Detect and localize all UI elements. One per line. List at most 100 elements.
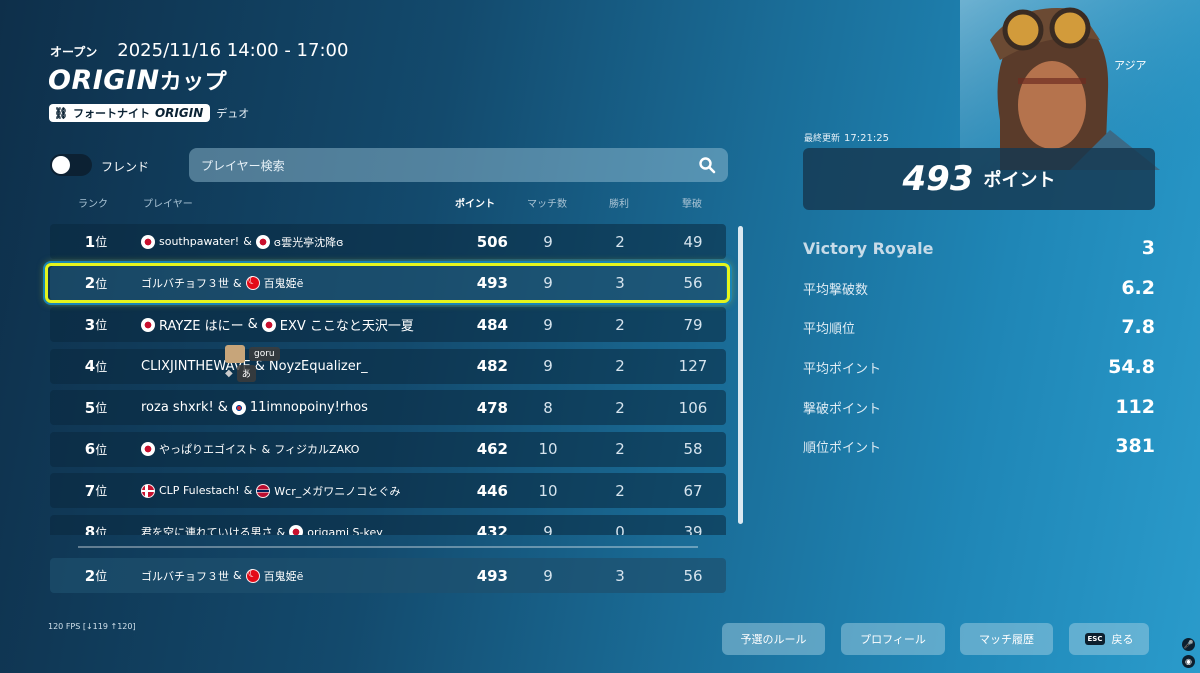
divider xyxy=(78,546,698,548)
status-label: オープン xyxy=(50,45,98,59)
player-cell: ゴルバチョフ３世 & 百鬼姫ё xyxy=(141,558,491,593)
matches-cell: 8 xyxy=(543,398,553,417)
amp: & xyxy=(243,235,252,248)
fortnite-origin-badge: ⛓ フォートナイト ORIGIN xyxy=(49,104,211,122)
player1-name: roza shxrk! xyxy=(141,400,214,415)
table-row[interactable]: 4位 CLIXJINTHEWAVE & NoyzEqualizer_ 482 9… xyxy=(50,348,726,384)
table-row[interactable]: 3位 RAYZE はにー & EXV ここなと天沢一夏 484 9 2 79 xyxy=(50,307,726,342)
mode-label: デュオ xyxy=(216,107,250,120)
updated-time: 17:21:25 xyxy=(844,133,889,144)
rank-cell: 2位 xyxy=(84,566,108,585)
chat-icon[interactable]: ◉ xyxy=(1182,655,1195,668)
kills-cell: 127 xyxy=(678,357,708,375)
back-button[interactable]: ESC 戻る xyxy=(1069,623,1149,655)
total-points: 493 xyxy=(902,159,974,199)
badge-label: フォートナイト xyxy=(72,107,150,120)
player-search-input[interactable]: プレイヤー検索 xyxy=(189,148,728,182)
wins-cell: 2 xyxy=(615,398,625,417)
event-datetime: 2025/11/16 14:00 - 17:00 xyxy=(117,40,349,61)
wins-cell: 2 xyxy=(615,440,625,458)
friend-toggle[interactable] xyxy=(50,154,92,176)
search-placeholder: プレイヤー検索 xyxy=(201,158,285,173)
rank-cell: 7位 xyxy=(84,481,108,500)
player1-name: やっぱりエゴイスト xyxy=(159,443,258,456)
stat-avg-kills: 平均撃破数 6.2 xyxy=(803,277,1155,299)
points-cell: 478 xyxy=(476,398,508,417)
toggle-knob xyxy=(52,156,70,174)
korea-flag-icon xyxy=(231,400,246,415)
player2-name: Wcr_メガワニノコとぐみ xyxy=(274,484,401,498)
player-cell: southpawater! & ɞ雲光亭沈降ɞ xyxy=(141,224,491,259)
kills-cell: 67 xyxy=(683,481,703,500)
kills-cell: 106 xyxy=(678,398,708,417)
matches-cell: 9 xyxy=(543,232,553,251)
table-row[interactable]: 1位 southpawater! & ɞ雲光亭沈降ɞ 506 9 2 49 xyxy=(50,224,726,259)
matches-cell: 10 xyxy=(538,481,558,500)
player2-name: フィジカルZAKO xyxy=(274,443,360,456)
col-kills: 撃破 xyxy=(682,199,702,210)
event-status: オープン 2025/11/16 14:00 - 17:00 xyxy=(50,40,348,61)
table-row[interactable]: 7位 CLP Fulestach! & Wcr_メガワニノコとぐみ 446 10… xyxy=(50,473,726,508)
updated-label: 最終更新 xyxy=(804,134,841,144)
profile-button[interactable]: プロフィール xyxy=(841,623,945,655)
player1-name: southpawater! xyxy=(159,235,240,248)
col-wins: 勝利 xyxy=(609,199,629,210)
kills-cell: 79 xyxy=(683,315,703,334)
hover-sub: あ xyxy=(236,365,256,382)
player-cell: RAYZE はにー & EXV ここなと天沢一夏 xyxy=(141,307,491,342)
player2-name: 百鬼姫ё xyxy=(263,569,304,583)
match-history-button[interactable]: マッチ履歴 xyxy=(960,623,1053,655)
amp: & xyxy=(233,569,242,582)
kills-cell: 56 xyxy=(683,566,703,585)
matches-cell: 9 xyxy=(543,315,553,334)
player2-name: 11imnopoiny!rhos xyxy=(249,400,368,415)
scrollbar-thumb[interactable] xyxy=(738,226,743,524)
wins-cell: 2 xyxy=(615,315,625,334)
japan-flag-icon xyxy=(255,234,270,249)
norway-flag-icon xyxy=(256,483,271,498)
table-row[interactable]: 6位 やっぱりエゴイスト & フィジカルZAKO 462 10 2 58 xyxy=(50,431,726,467)
table-row[interactable]: 5位 roza shxrk! & 11imnopoiny!rhos 478 8 … xyxy=(50,390,726,425)
col-player: プレイヤー xyxy=(143,199,193,210)
player-cell: CLIXJINTHEWAVE & NoyzEqualizer_ xyxy=(141,349,491,384)
character-portrait xyxy=(960,0,1200,170)
rules-button[interactable]: 予選のルール xyxy=(722,623,825,655)
esc-key-icon: ESC xyxy=(1084,633,1106,645)
page-title: ORIGINカップ xyxy=(48,64,227,96)
player2-name: ɞ雲光亭沈降ɞ xyxy=(273,235,344,249)
wins-cell: 2 xyxy=(615,232,625,251)
badge-bold: ORIGIN xyxy=(154,106,204,120)
stat-avg-placement: 平均順位 7.8 xyxy=(803,316,1155,338)
amp: & xyxy=(247,317,258,332)
player-cell: やっぱりエゴイスト & フィジカルZAKO xyxy=(141,432,491,467)
player1-name: ゴルバチョフ３世 xyxy=(141,569,229,583)
amp: & xyxy=(217,400,228,415)
total-points-box: 493 ポイント xyxy=(803,148,1155,210)
points-cell: 446 xyxy=(476,481,508,500)
search-icon[interactable] xyxy=(698,156,716,174)
player2-name: NoyzEqualizer_ xyxy=(268,358,368,374)
matches-cell: 9 xyxy=(543,566,553,585)
points-cell: 484 xyxy=(476,315,508,334)
title-jp: カップ xyxy=(159,70,228,95)
player2-name: origami S-key xyxy=(307,525,383,536)
fps-counter: 120 FPS [↓119 ↑120] xyxy=(48,622,136,631)
player1-name: CLP Fulestach! xyxy=(159,484,240,497)
player1-name: RAYZE はにー xyxy=(159,319,244,334)
mic-icon[interactable]: 🎤 xyxy=(1182,638,1195,651)
player-cell: roza shxrk! & 11imnopoiny!rhos xyxy=(141,390,491,425)
region-label: アジア xyxy=(1114,59,1147,72)
my-team-row[interactable]: 2位 ゴルバチョフ３世 & 百鬼姫ё 493 9 3 56 xyxy=(50,558,726,593)
amp: & xyxy=(261,442,271,456)
player2-name: EXV ここなと天沢一夏 xyxy=(279,319,414,334)
points-cell: 506 xyxy=(476,232,508,251)
rank-cell: 6位 xyxy=(84,440,108,458)
hover-name: goru xyxy=(249,347,280,361)
kills-cell: 39 xyxy=(683,523,703,535)
matches-cell: 9 xyxy=(543,357,553,375)
selected-row-frame xyxy=(45,263,730,303)
points-cell: 432 xyxy=(476,523,508,535)
col-rank: ランク xyxy=(78,199,108,210)
wins-cell: 3 xyxy=(615,566,625,585)
table-row[interactable]: 8位 君を空に連れていける男さ & origami S-key 432 9 0 … xyxy=(50,514,726,536)
